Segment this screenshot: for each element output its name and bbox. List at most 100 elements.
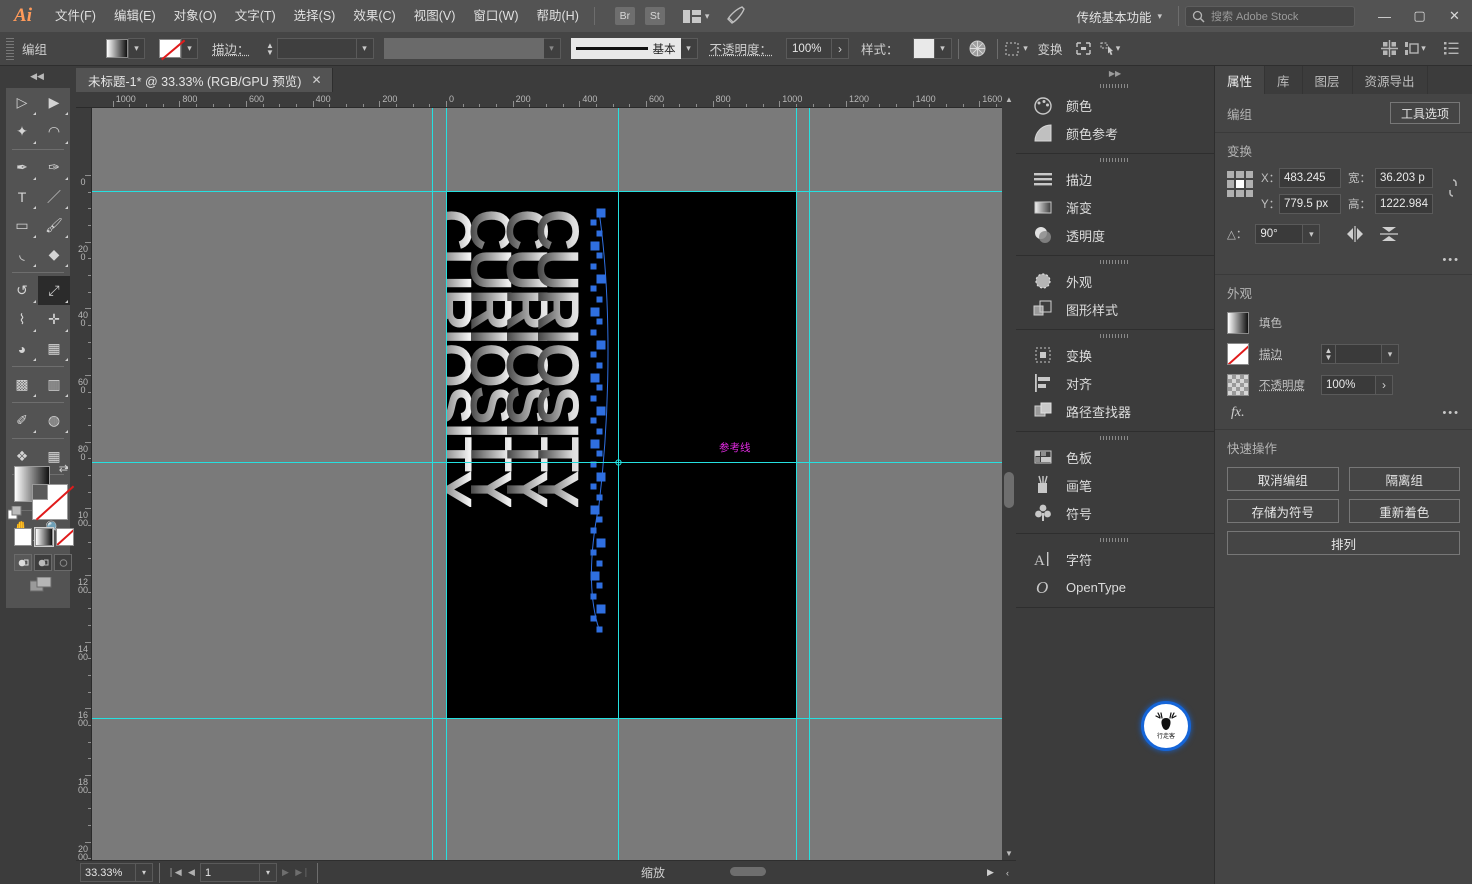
fill-color-control[interactable]: ▾: [106, 38, 153, 59]
stroke-weight-stepper[interactable]: ▲▼: [264, 38, 277, 59]
panel-item-character[interactable]: A字符: [1016, 545, 1214, 573]
panel-item-color-guide[interactable]: 颜色参考: [1016, 119, 1214, 147]
scale-tool[interactable]: ⤢: [38, 276, 70, 305]
guide-vertical[interactable]: [432, 108, 433, 860]
quick-action-0[interactable]: 取消编组: [1227, 467, 1339, 491]
panel-item-symbols[interactable]: 符号: [1016, 499, 1214, 527]
paintbrush-tool[interactable]: 🖌: [38, 211, 70, 240]
brush-definition-dropdown[interactable]: ▾: [681, 38, 698, 59]
color-mode-button[interactable]: [14, 528, 32, 546]
panel-item-graphic-styles[interactable]: 图形样式: [1016, 295, 1214, 323]
maximize-button[interactable]: ▢: [1402, 0, 1437, 32]
angle-dropdown[interactable]: ▾: [1303, 224, 1320, 244]
fill-swatch[interactable]: [106, 39, 128, 58]
next-artboard-button[interactable]: ▶: [277, 862, 294, 884]
isolate-group-button[interactable]: [1071, 36, 1097, 62]
arrange-documents-button[interactable]: ▾: [683, 10, 710, 23]
drawing-canvas[interactable]: CURIOSITYCURIOSITYCURIOSITYCURIOSITY 参考线: [92, 108, 1016, 860]
distribute-panel-button[interactable]: ▾: [1402, 36, 1428, 62]
graphic-style-swatch[interactable]: [913, 38, 935, 59]
menu-item-0[interactable]: 文件(F): [46, 0, 105, 32]
panel-item-pathfinder[interactable]: 路径查找器: [1016, 397, 1214, 425]
panel-group-grip[interactable]: [1016, 256, 1214, 267]
artboard-number-input[interactable]: 1: [200, 863, 260, 882]
workspace-switcher[interactable]: 传统基本功能 ▾: [1066, 7, 1172, 26]
draw-behind-button[interactable]: [34, 554, 52, 571]
menu-item-3[interactable]: 文字(T): [226, 0, 285, 32]
stroke-color-swatch[interactable]: [32, 484, 68, 520]
line-segment-tool[interactable]: ／: [38, 182, 70, 211]
scrollbar-thumb[interactable]: [730, 867, 766, 876]
gradient-mode-button[interactable]: [35, 528, 53, 546]
guide-horizontal[interactable]: [92, 718, 1016, 719]
width-tool[interactable]: ⌇: [6, 305, 38, 334]
stock-search-input[interactable]: 搜索 Adobe Stock: [1185, 6, 1355, 27]
discover-rocket-icon[interactable]: [725, 6, 745, 27]
artboard-number-control[interactable]: 1 ▾: [200, 863, 277, 882]
close-icon[interactable]: ✕: [311, 73, 321, 87]
curvature-tool[interactable]: ✑: [38, 153, 70, 182]
panel-item-transform[interactable]: 变换: [1016, 341, 1214, 369]
panel-item-color-palette[interactable]: 颜色: [1016, 91, 1214, 119]
guide-horizontal[interactable]: [92, 191, 1016, 192]
free-transform-tool[interactable]: ✛: [38, 305, 70, 334]
stroke-weight-input[interactable]: [277, 38, 357, 59]
scrollbar-thumb[interactable]: [1004, 472, 1014, 508]
document-setup-button[interactable]: [1438, 36, 1464, 62]
angle-input[interactable]: 90°: [1255, 224, 1303, 244]
menu-item-4[interactable]: 选择(S): [285, 0, 345, 32]
opacity-control[interactable]: 100% ›: [786, 38, 849, 59]
recolor-artwork-button[interactable]: [965, 36, 991, 62]
stroke-weight-label[interactable]: 描边：: [212, 39, 250, 58]
eraser-tool[interactable]: ◆: [38, 240, 70, 269]
rectangle-tool[interactable]: ▭: [6, 211, 38, 240]
menu-item-8[interactable]: 帮助(H): [528, 0, 588, 32]
magic-wand-tool[interactable]: ✦: [6, 117, 38, 146]
guide-vertical[interactable]: [809, 108, 810, 860]
document-tab[interactable]: 未标题-1* @ 33.33% (RGB/GPU 预览) ✕: [76, 68, 333, 92]
link-broken-icon[interactable]: [1446, 178, 1460, 198]
panel-item-align[interactable]: 对齐: [1016, 369, 1214, 397]
stroke-weight-input[interactable]: [1336, 344, 1382, 364]
toolbox-collapse-button[interactable]: ◀◀: [6, 68, 68, 84]
graphic-style-dropdown[interactable]: ▾: [935, 38, 952, 59]
guide-vertical[interactable]: [446, 108, 447, 860]
quick-action-4[interactable]: 排列: [1227, 531, 1460, 555]
panel-item-transparency[interactable]: 透明度: [1016, 221, 1214, 249]
guide-vertical[interactable]: [796, 108, 797, 860]
swap-fill-stroke-icon[interactable]: ⇄: [59, 462, 68, 475]
mesh-tool[interactable]: ▩: [6, 370, 38, 399]
panels-expand-button[interactable]: ▶▶: [1016, 66, 1214, 80]
gradient-tool[interactable]: ▥: [38, 370, 70, 399]
artboard-dropdown[interactable]: ▾: [260, 863, 277, 882]
flip-horizontal-icon[interactable]: [1346, 226, 1364, 242]
opacity-label[interactable]: 不透明度: [1259, 377, 1311, 393]
zoom-control[interactable]: 33.33% ▾: [80, 863, 153, 882]
guide-horizontal[interactable]: [92, 462, 1016, 463]
stroke-weight-dropdown[interactable]: ▾: [1382, 344, 1399, 364]
control-bar-grip[interactable]: [6, 38, 14, 60]
opacity-flyout-button[interactable]: ›: [1376, 375, 1393, 395]
fill-swatch[interactable]: [1227, 312, 1249, 334]
opacity-flyout-button[interactable]: ›: [832, 38, 849, 59]
variable-width-profile-control[interactable]: ▾: [384, 38, 561, 59]
zoom-dropdown[interactable]: ▾: [136, 863, 153, 882]
canvas-vertical-scrollbar[interactable]: ▲ ▼: [1002, 92, 1016, 860]
first-artboard-button[interactable]: ❘◀: [166, 862, 183, 884]
panel-item-stroke[interactable]: 描边: [1016, 165, 1214, 193]
reference-point-selector[interactable]: [1227, 171, 1253, 197]
previous-artboard-button[interactable]: ◀: [183, 862, 200, 884]
menu-item-7[interactable]: 窗口(W): [464, 0, 527, 32]
opacity-label[interactable]: 不透明度：: [710, 39, 773, 58]
eyedropper-tool[interactable]: ✐: [6, 406, 38, 435]
panel-group-grip[interactable]: [1016, 154, 1214, 165]
hscroll-left-icon[interactable]: ‹: [999, 862, 1016, 884]
arrange-panel-button[interactable]: [1376, 36, 1402, 62]
menu-item-5[interactable]: 效果(C): [344, 0, 404, 32]
tab-1[interactable]: 库: [1265, 66, 1303, 94]
pen-tool[interactable]: ✒: [6, 153, 38, 182]
shape-builder-tool[interactable]: ◕: [6, 334, 38, 363]
select-similar-button[interactable]: ▾: [1097, 36, 1123, 62]
direct-selection-tool[interactable]: ▶: [38, 88, 70, 117]
stock-app-icon[interactable]: St: [645, 7, 665, 25]
